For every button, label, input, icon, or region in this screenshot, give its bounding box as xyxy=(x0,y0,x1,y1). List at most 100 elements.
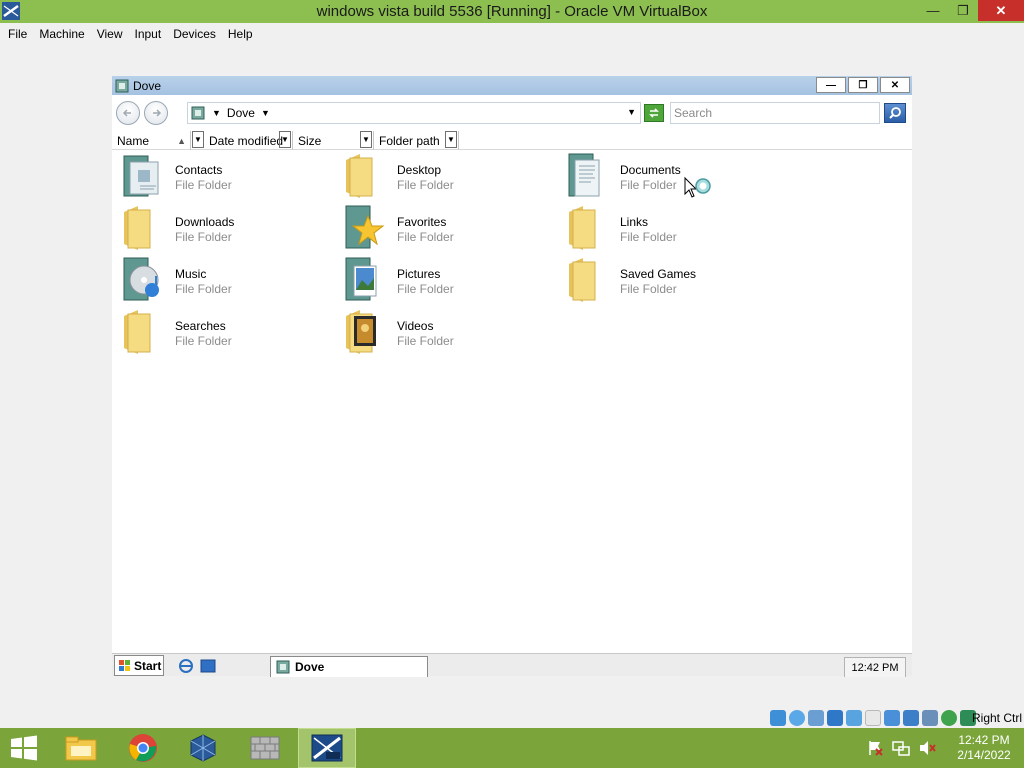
column-size-dropdown-icon[interactable]: ▼ xyxy=(360,131,372,148)
folder-icon xyxy=(124,206,151,250)
column-date-modified[interactable]: ▼ Date modified ▼ xyxy=(191,131,293,150)
show-desktop-icon[interactable] xyxy=(200,659,216,673)
breadcrumb-dove[interactable]: Dove xyxy=(227,106,255,120)
folder-icon xyxy=(569,206,596,250)
file-list[interactable]: Contacts File Folder Desktop File Folder… xyxy=(112,152,912,646)
host-taskbar: 12:42 PM 2/14/2022 xyxy=(0,728,1024,768)
chrome-icon xyxy=(129,734,157,762)
list-item[interactable]: Favorites File Folder xyxy=(338,204,558,254)
taskbar-virtualbox[interactable] xyxy=(174,728,232,768)
list-item[interactable]: Documents File Folder xyxy=(561,152,781,202)
back-arrow-icon xyxy=(122,109,131,117)
menu-input[interactable]: Input xyxy=(129,27,168,41)
column-folder-path[interactable]: Folder path ▼ xyxy=(374,131,459,150)
list-item[interactable]: Searches File Folder xyxy=(116,308,336,358)
explorer-restore-button[interactable]: ❐ xyxy=(848,77,878,93)
network-icon[interactable] xyxy=(827,710,843,726)
list-item[interactable]: Desktop File Folder xyxy=(338,152,558,202)
internet-explorer-icon[interactable] xyxy=(178,659,194,673)
host-close-button[interactable]: ✕ xyxy=(978,0,1024,21)
video-capture-icon[interactable] xyxy=(903,710,919,726)
music-folder-icon xyxy=(123,257,159,301)
windows-logo-icon xyxy=(11,735,37,761)
taskbar-vista-vm[interactable] xyxy=(298,728,356,768)
guest-screen[interactable]: Dove — ❐ ✕ ▼ Dove ▼ ▼ Search Name ▲ ▼ Da… xyxy=(112,76,912,677)
search-button[interactable] xyxy=(884,103,906,123)
column-header: Name ▲ ▼ Date modified ▼ Size ▼ Folder p… xyxy=(112,131,912,150)
guest-clock[interactable]: 12:42 PM xyxy=(844,657,906,677)
virtualization-icon[interactable] xyxy=(922,710,938,726)
user-folder-icon xyxy=(115,79,129,92)
breadcrumb-chevron-icon[interactable]: ▼ xyxy=(261,108,270,118)
explorer-minimize-button[interactable]: — xyxy=(816,77,846,93)
volume-muted-icon[interactable] xyxy=(918,739,936,757)
list-item[interactable]: Saved Games File Folder xyxy=(561,256,781,306)
usb-icon[interactable] xyxy=(846,710,862,726)
search-icon xyxy=(889,107,901,119)
host-key-label[interactable]: Right Ctrl xyxy=(972,711,1022,725)
explorer-titlebar[interactable]: Dove — ❐ ✕ xyxy=(112,76,912,95)
audio-icon[interactable] xyxy=(808,710,824,726)
address-box[interactable]: ▼ Dove ▼ ▼ xyxy=(187,102,641,124)
menu-help[interactable]: Help xyxy=(222,27,259,41)
list-item[interactable]: Videos File Folder xyxy=(338,308,558,358)
host-restore-button[interactable]: ❐ xyxy=(948,0,978,21)
list-item[interactable]: Downloads File Folder xyxy=(116,204,336,254)
host-minimize-button[interactable]: — xyxy=(918,0,948,21)
hard-disk-icon[interactable] xyxy=(770,710,786,726)
refresh-icon xyxy=(649,108,659,118)
shared-folders-icon[interactable] xyxy=(865,710,881,726)
column-path-dropdown-icon[interactable]: ▼ xyxy=(445,131,457,148)
taskbar-chrome[interactable] xyxy=(114,728,172,768)
breadcrumb-arrow-icon[interactable]: ▼ xyxy=(212,108,221,118)
address-dropdown-icon[interactable]: ▼ xyxy=(627,107,636,117)
action-center-flag-icon[interactable] xyxy=(866,739,884,757)
sort-ascending-icon: ▲ xyxy=(177,135,186,146)
column-size[interactable]: Size ▼ xyxy=(293,131,374,150)
forward-arrow-icon xyxy=(153,109,162,117)
folder-icon xyxy=(346,154,373,198)
file-explorer-icon xyxy=(65,736,97,761)
taskbar-firewall[interactable] xyxy=(236,728,294,768)
guest-taskbar: Start Dove 12:42 PM xyxy=(112,653,912,677)
menu-devices[interactable]: Devices xyxy=(167,27,222,41)
display-icon[interactable] xyxy=(884,710,900,726)
windows-logo-icon xyxy=(119,659,130,671)
folder-icon xyxy=(569,258,596,302)
pictures-folder-icon xyxy=(345,257,377,301)
menu-file[interactable]: File xyxy=(2,27,33,41)
host-clock[interactable]: 12:42 PM 2/14/2022 xyxy=(944,733,1024,763)
host-menubar: File Machine View Input Devices Help xyxy=(0,23,1024,44)
taskbar-file-explorer[interactable] xyxy=(52,728,110,768)
start-button[interactable]: Start xyxy=(114,655,164,676)
network-icon[interactable] xyxy=(892,739,910,757)
address-toolbar: ▼ Dove ▼ ▼ Search xyxy=(112,95,912,130)
list-item[interactable]: Pictures File Folder xyxy=(338,256,558,306)
forward-button[interactable] xyxy=(144,101,168,125)
host-window-title: windows vista build 5536 [Running] - Ora… xyxy=(316,3,708,20)
menu-view[interactable]: View xyxy=(91,27,129,41)
start-button-host[interactable] xyxy=(0,728,48,768)
user-folder-icon xyxy=(276,660,290,674)
user-folder-icon xyxy=(191,106,205,120)
optical-drive-icon[interactable] xyxy=(789,710,805,726)
list-item[interactable]: Links File Folder xyxy=(561,204,781,254)
refresh-button[interactable] xyxy=(644,104,664,122)
column-date-dropdown-icon[interactable]: ▼ xyxy=(279,131,291,148)
virtualbox-icon xyxy=(190,734,216,762)
list-item[interactable]: Contacts File Folder xyxy=(116,152,336,202)
taskbar-button-dove[interactable]: Dove xyxy=(270,656,428,677)
vista-icon xyxy=(311,734,343,762)
list-item[interactable]: Music File Folder xyxy=(116,256,336,306)
folder-icon xyxy=(124,310,151,354)
virtualbox-vm-icon[interactable] xyxy=(2,2,20,20)
menu-machine[interactable]: Machine xyxy=(33,27,90,41)
system-tray: 12:42 PM 2/14/2022 xyxy=(866,728,1024,768)
back-button[interactable] xyxy=(116,101,140,125)
column-name-dropdown-icon[interactable]: ▼ xyxy=(192,131,204,148)
search-input[interactable]: Search xyxy=(670,102,880,124)
mouse-integration-icon[interactable] xyxy=(941,710,957,726)
column-name[interactable]: Name ▲ xyxy=(112,131,191,150)
explorer-close-button[interactable]: ✕ xyxy=(880,77,910,93)
busy-cursor-icon xyxy=(684,176,711,198)
